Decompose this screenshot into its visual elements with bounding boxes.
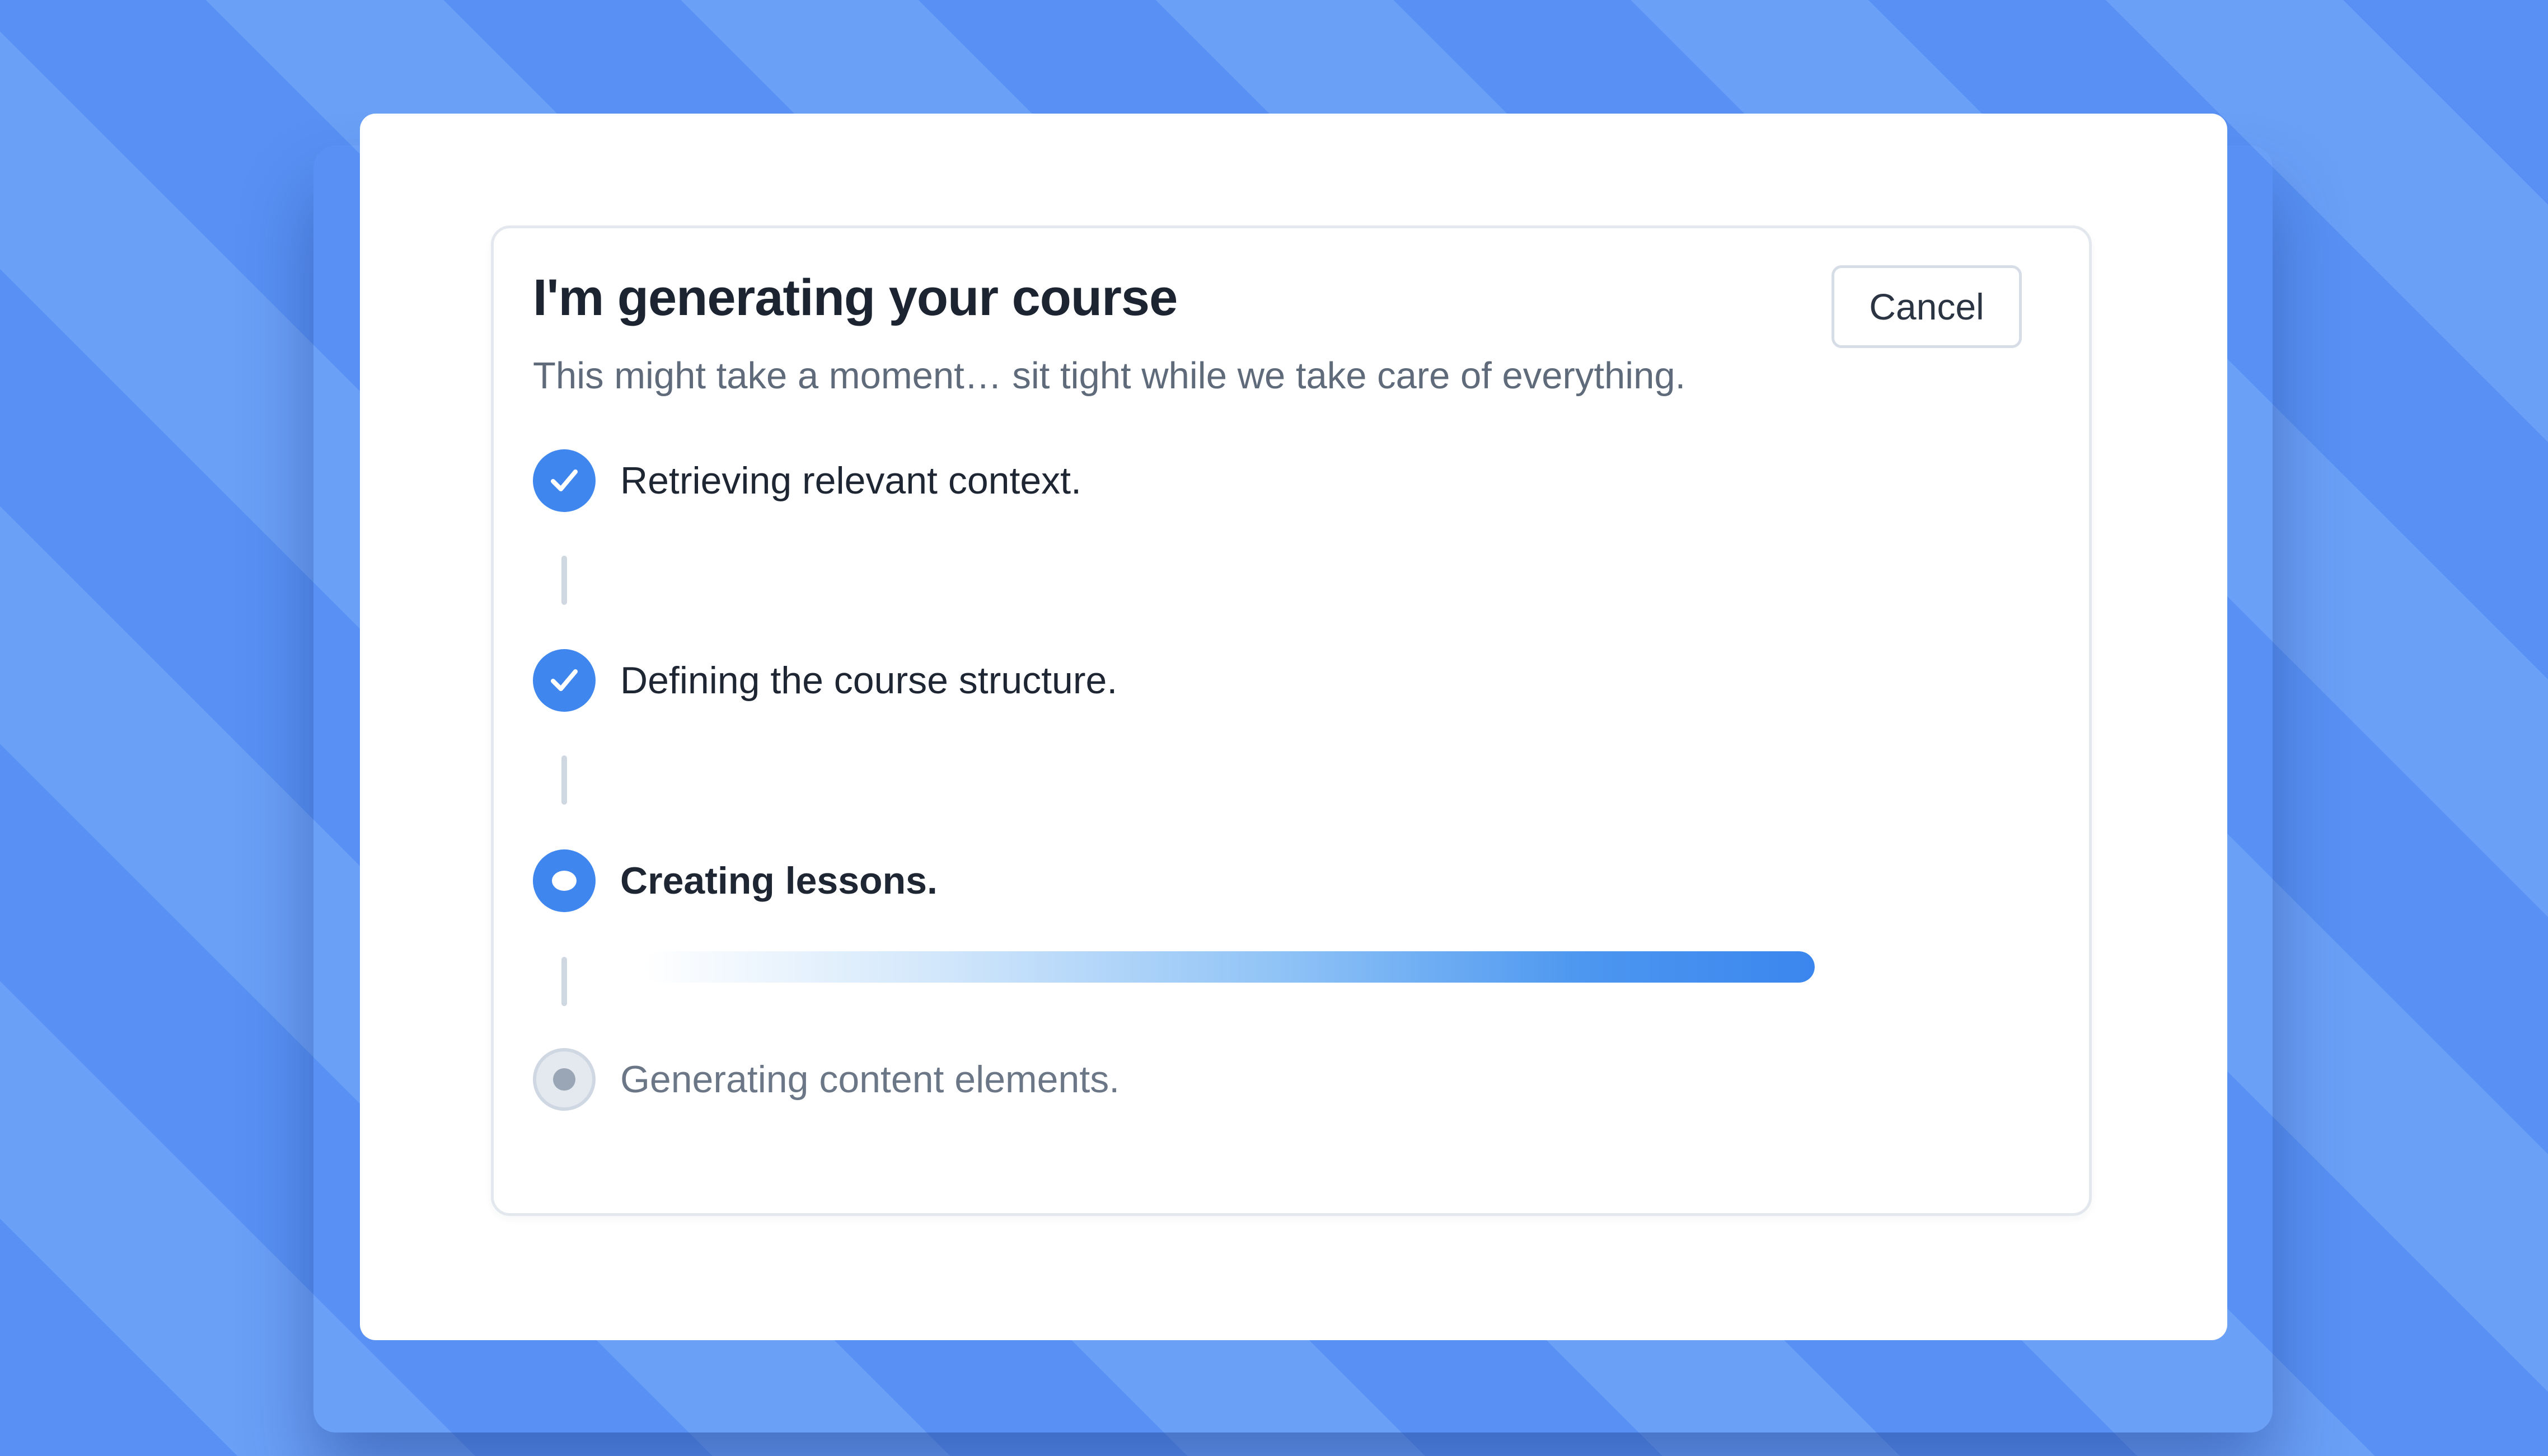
in-progress-dot-icon <box>533 849 596 912</box>
step-label: Creating lessons. <box>620 859 938 902</box>
step-generating-content: Generating content elements. <box>533 1048 1120 1111</box>
step-connector <box>561 556 567 605</box>
step-label: Generating content elements. <box>620 1058 1120 1101</box>
check-icon <box>533 449 596 512</box>
progress-bar <box>645 951 1815 983</box>
dialog-title: I'm generating your course <box>533 269 1178 326</box>
cancel-button[interactable]: Cancel <box>1832 265 2022 348</box>
generation-card: I'm generating your course This might ta… <box>491 226 2092 1216</box>
step-defining-structure: Defining the course structure. <box>533 649 1117 712</box>
step-connector <box>561 755 567 805</box>
dialog-subtitle: This might take a moment… sit tight whil… <box>533 355 1686 397</box>
check-icon <box>533 649 596 712</box>
step-label: Retrieving relevant context. <box>620 459 1081 502</box>
pending-dot-icon <box>533 1048 596 1111</box>
step-connector <box>561 957 567 1006</box>
step-creating-lessons: Creating lessons. <box>533 849 938 912</box>
progress-bar-fill <box>645 951 1815 983</box>
step-retrieving-context: Retrieving relevant context. <box>533 449 1081 512</box>
generation-modal: I'm generating your course This might ta… <box>360 114 2227 1340</box>
step-label: Defining the course structure. <box>620 659 1118 702</box>
